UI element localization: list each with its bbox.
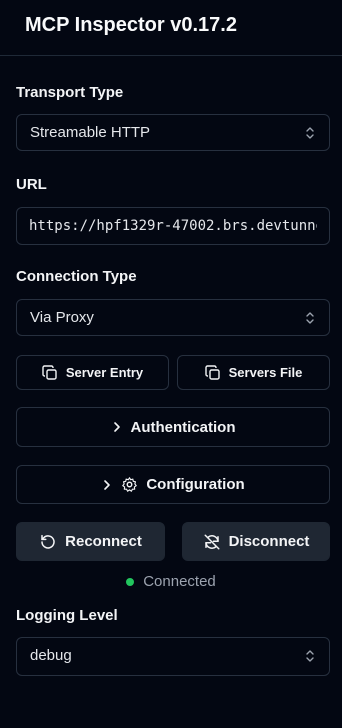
- disconnect-label: Disconnect: [228, 533, 310, 550]
- configuration-label: Configuration: [146, 476, 245, 493]
- transport-type-select[interactable]: Streamable HTTP: [16, 114, 330, 151]
- chevron-right-icon: [104, 479, 111, 490]
- servers-file-label: Servers File: [228, 365, 303, 380]
- logging-level-select[interactable]: debug: [16, 637, 330, 676]
- url-input[interactable]: [16, 207, 330, 245]
- transport-type-label: Transport Type: [16, 84, 124, 101]
- refresh-off-icon: [204, 534, 220, 549]
- status-text: Connected: [143, 573, 216, 590]
- configuration-toggle[interactable]: Configuration: [16, 465, 330, 504]
- gear-icon: [122, 477, 138, 492]
- chevron-right-icon: [113, 422, 120, 432]
- chevron-up-down-icon: [306, 127, 314, 139]
- app-title: MCP Inspector v0.17.2: [25, 14, 237, 36]
- server-entry-label: Server Entry: [65, 365, 144, 380]
- copy-icon: [204, 364, 220, 380]
- url-label: URL: [16, 176, 47, 193]
- authentication-toggle[interactable]: Authentication: [16, 407, 330, 447]
- disconnect-button[interactable]: Disconnect: [182, 522, 330, 561]
- logging-level-value: debug: [30, 647, 72, 664]
- connection-status: Connected: [0, 573, 342, 590]
- chevron-up-down-icon: [306, 312, 314, 324]
- servers-file-button[interactable]: Servers File: [177, 355, 330, 390]
- copy-icon: [42, 364, 57, 380]
- reconnect-label: Reconnect: [65, 533, 142, 550]
- logging-level-label: Logging Level: [16, 607, 118, 624]
- server-entry-button[interactable]: Server Entry: [16, 355, 169, 390]
- reconnect-button[interactable]: Reconnect: [16, 522, 165, 561]
- authentication-label: Authentication: [130, 418, 236, 436]
- chevron-up-down-icon: [306, 650, 314, 662]
- rotate-ccw-icon: [41, 534, 55, 549]
- connection-type-value: Via Proxy: [30, 309, 94, 326]
- status-dot-icon: [126, 577, 135, 586]
- app-header: MCP Inspector v0.17.2: [0, 0, 342, 56]
- connection-type-label: Connection Type: [16, 268, 137, 285]
- transport-type-value: Streamable HTTP: [30, 124, 151, 141]
- connection-type-select[interactable]: Via Proxy: [16, 299, 330, 336]
